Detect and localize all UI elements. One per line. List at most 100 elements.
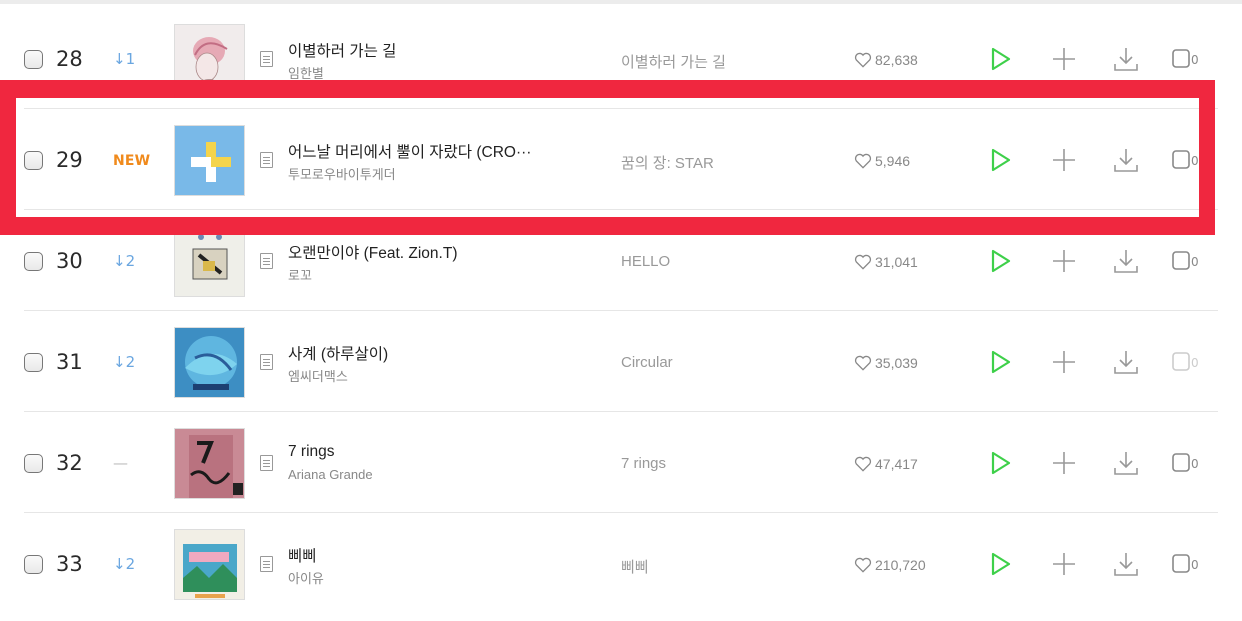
like-button[interactable]: 35,039 xyxy=(854,355,964,371)
mv-icon[interactable]: 0 xyxy=(1172,348,1206,376)
add-icon[interactable] xyxy=(1050,45,1078,73)
rank-change: ↓2 xyxy=(113,353,136,371)
album-name[interactable]: 7 rings xyxy=(621,455,841,472)
play-icon[interactable] xyxy=(986,449,1014,477)
mv-icon[interactable]: 0 xyxy=(1172,45,1206,73)
heart-icon xyxy=(854,456,872,472)
add-icon[interactable] xyxy=(1050,146,1078,174)
row-divider xyxy=(24,209,1218,210)
row-divider xyxy=(24,310,1218,311)
download-icon[interactable] xyxy=(1112,348,1140,376)
lyrics-icon[interactable] xyxy=(260,51,273,67)
top-divider xyxy=(0,0,1242,4)
artist-name[interactable]: 임한별 xyxy=(288,63,548,82)
table-row: 29 NEW 어느날 머리에서 뿔이 자랐다 (CRO··· 투모로우바이투게더… xyxy=(0,110,1242,210)
album-cover[interactable] xyxy=(174,428,245,499)
album-name[interactable]: Circular xyxy=(621,354,841,371)
like-count: 210,720 xyxy=(875,557,926,573)
like-button[interactable]: 82,638 xyxy=(854,52,964,68)
mv-icon[interactable]: 0 xyxy=(1172,449,1206,477)
artist-name[interactable]: 엠씨더맥스 xyxy=(288,366,548,385)
song-title[interactable]: 어느날 머리에서 뿔이 자랐다 (CRO··· xyxy=(288,140,588,162)
song-title[interactable]: 이별하러 가는 길 xyxy=(288,39,588,61)
lyrics-icon[interactable] xyxy=(260,556,273,572)
download-icon[interactable] xyxy=(1112,550,1140,578)
rank-number: 28 xyxy=(56,47,83,71)
heart-icon xyxy=(854,254,872,270)
artist-name[interactable]: 투모로우바이투게더 xyxy=(288,164,548,183)
rank-number: 31 xyxy=(56,350,83,374)
add-icon[interactable] xyxy=(1050,247,1078,275)
song-title[interactable]: 7 rings xyxy=(288,443,588,461)
row-divider xyxy=(24,108,1218,109)
album-cover[interactable] xyxy=(174,529,245,600)
mv-icon[interactable]: 0 xyxy=(1172,146,1206,174)
add-icon[interactable] xyxy=(1050,348,1078,376)
lyrics-icon[interactable] xyxy=(260,152,273,168)
mv-count: 0 xyxy=(1191,53,1199,67)
row-checkbox[interactable] xyxy=(24,555,43,574)
album-cover[interactable] xyxy=(174,24,245,95)
album-cover[interactable] xyxy=(174,226,245,297)
play-icon[interactable] xyxy=(986,146,1014,174)
like-count: 35,039 xyxy=(875,355,918,371)
table-row: 33 ↓2 삐삐 아이유 삐삐 210,720 0 xyxy=(0,514,1242,614)
song-title[interactable]: 오랜만이야 (Feat. Zion.T) xyxy=(288,241,588,263)
heart-icon xyxy=(854,355,872,371)
like-count: 47,417 xyxy=(875,456,918,472)
album-name[interactable]: 삐삐 xyxy=(621,556,841,577)
mv-icon[interactable]: 0 xyxy=(1172,247,1206,275)
row-checkbox[interactable] xyxy=(24,454,43,473)
heart-icon xyxy=(854,153,872,169)
download-icon[interactable] xyxy=(1112,449,1140,477)
album-name[interactable]: 꿈의 장: STAR xyxy=(621,152,841,173)
album-name[interactable]: HELLO xyxy=(621,253,841,270)
download-icon[interactable] xyxy=(1112,45,1140,73)
heart-icon xyxy=(854,557,872,573)
table-row: 30 ↓2 오랜만이야 (Feat. Zion.T) 로꼬 HELLO 31,0… xyxy=(0,211,1242,311)
row-checkbox[interactable] xyxy=(24,151,43,170)
mv-count: 0 xyxy=(1191,255,1199,269)
like-button[interactable]: 210,720 xyxy=(854,557,964,573)
play-icon[interactable] xyxy=(986,550,1014,578)
album-cover[interactable] xyxy=(174,327,245,398)
lyrics-icon[interactable] xyxy=(260,253,273,269)
download-icon[interactable] xyxy=(1112,146,1140,174)
rank-change: ↓1 xyxy=(113,50,136,68)
lyrics-icon[interactable] xyxy=(260,455,273,471)
mv-icon[interactable]: 0 xyxy=(1172,550,1206,578)
album-cover[interactable] xyxy=(174,125,245,196)
row-checkbox[interactable] xyxy=(24,252,43,271)
row-checkbox[interactable] xyxy=(24,353,43,372)
row-divider xyxy=(24,512,1218,513)
lyrics-icon[interactable] xyxy=(260,354,273,370)
row-divider xyxy=(24,411,1218,412)
rank-number: 29 xyxy=(56,148,83,172)
play-icon[interactable] xyxy=(986,45,1014,73)
rank-change: — xyxy=(113,454,128,472)
artist-name[interactable]: 아이유 xyxy=(288,568,548,587)
like-button[interactable]: 5,946 xyxy=(854,153,964,169)
play-icon[interactable] xyxy=(986,348,1014,376)
like-button[interactable]: 47,417 xyxy=(854,456,964,472)
like-count: 31,041 xyxy=(875,254,918,270)
like-count: 82,638 xyxy=(875,52,918,68)
add-icon[interactable] xyxy=(1050,550,1078,578)
song-title[interactable]: 삐삐 xyxy=(288,544,588,566)
rank-number: 30 xyxy=(56,249,83,273)
album-name[interactable]: 이별하러 가는 길 xyxy=(621,51,841,72)
song-title[interactable]: 사계 (하루살이) xyxy=(288,342,588,364)
artist-name[interactable]: Ariana Grande xyxy=(288,467,548,482)
play-icon[interactable] xyxy=(986,247,1014,275)
artist-name[interactable]: 로꼬 xyxy=(288,265,548,284)
row-checkbox[interactable] xyxy=(24,50,43,69)
download-icon[interactable] xyxy=(1112,247,1140,275)
table-row: 32 — 7 rings Ariana Grande 7 rings 47,41… xyxy=(0,413,1242,513)
mv-count: 0 xyxy=(1191,457,1199,471)
like-button[interactable]: 31,041 xyxy=(854,254,964,270)
rank-change: NEW xyxy=(113,153,151,169)
add-icon[interactable] xyxy=(1050,449,1078,477)
mv-count: 0 xyxy=(1191,558,1199,572)
rank-change: ↓2 xyxy=(113,252,136,270)
table-row: 28 ↓1 이별하러 가는 길 임한별 이별하러 가는 길 82,638 0 xyxy=(0,9,1242,109)
